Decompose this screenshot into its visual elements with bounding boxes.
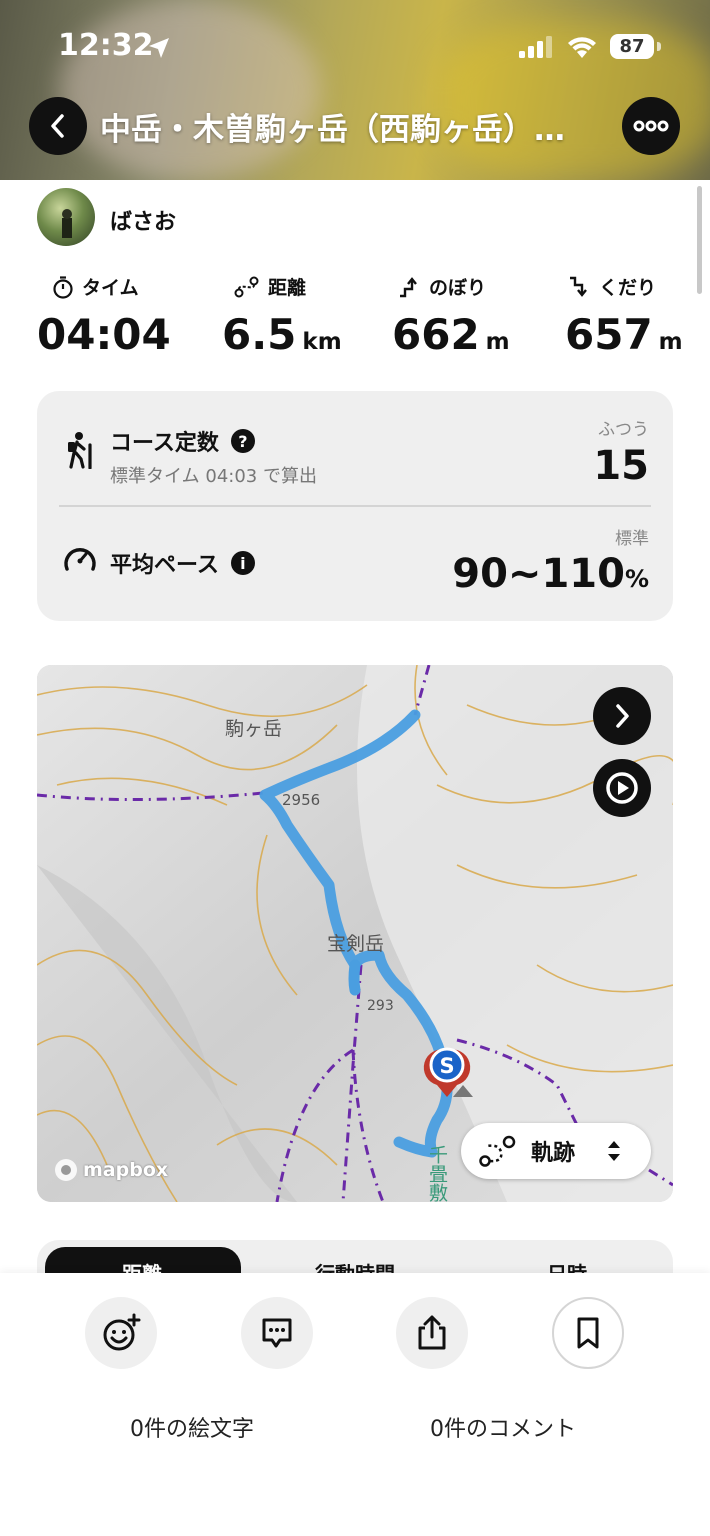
page-title: 中岳・木曽駒ヶ岳（西駒ヶ岳）… [100, 112, 565, 148]
emoji-add-icon [103, 1313, 141, 1351]
stat-distance-label: 距離 [234, 273, 306, 300]
pace-value: 90~110% [452, 551, 649, 597]
descent-arrow-icon [570, 276, 587, 297]
more-dots-icon [633, 120, 669, 132]
pace-level-label: 標準 [615, 529, 649, 549]
route-distance-icon [234, 276, 259, 297]
mapbox-icon [55, 1159, 77, 1181]
course-constant-title: コース定数 ? [110, 425, 255, 457]
map-label-place: 千畳敷 [426, 1145, 448, 1202]
map-next-button[interactable] [593, 687, 651, 745]
avatar[interactable] [37, 188, 95, 246]
bookmark-icon [577, 1317, 599, 1349]
share-icon [418, 1315, 446, 1350]
bookmark-button[interactable] [552, 1297, 624, 1369]
comment-button[interactable] [241, 1297, 313, 1369]
chevron-right-icon [616, 704, 629, 728]
speedometer-icon [64, 548, 96, 571]
status-bar: 12:32 87 [0, 0, 710, 95]
route-map[interactable]: 駒ヶ岳 2956 宝剣岳 293 千畳敷 S mapbox 軌跡 [37, 665, 673, 1202]
add-emoji-button[interactable] [85, 1297, 157, 1369]
course-constant-value: 15 [593, 443, 649, 489]
scrollbar[interactable] [697, 186, 702, 294]
map-label-elevation: 2956 [282, 791, 320, 809]
stat-time-value: 04:04 [37, 310, 171, 359]
mapbox-logo: mapbox [53, 1157, 168, 1183]
more-options-button[interactable] [622, 97, 680, 155]
cellular-signal-icon [519, 36, 552, 58]
comment-bubble-icon [262, 1318, 292, 1348]
course-info-card: コース定数 ? 標準タイム 04:03 で算出 ふつう 15 平均ペース i 標… [37, 391, 673, 621]
map-canvas: 駒ヶ岳 2956 宝剣岳 293 千畳敷 S [37, 665, 673, 1202]
track-mode-label: 軌跡 [531, 1141, 576, 1166]
map-label-peak2: 宝剣岳 [327, 933, 384, 955]
user-name[interactable]: ばさお [110, 204, 176, 236]
stat-ascent-value: 662 m [392, 310, 510, 359]
wifi-icon [568, 37, 596, 58]
map-label-elevation2: 293 [367, 998, 394, 1014]
play-circle-icon [606, 772, 638, 804]
map-label-peak: 駒ヶ岳 [225, 718, 282, 740]
location-arrow-icon [149, 38, 169, 58]
stat-descent-label: くだり [567, 273, 656, 300]
svg-text:S: S [439, 1054, 454, 1078]
ascent-arrow-icon [400, 276, 417, 297]
help-icon[interactable]: ? [230, 429, 255, 453]
status-time: 12:32 [58, 28, 154, 63]
battery-icon: 87 [610, 34, 654, 59]
stat-ascent-label: のぼり [397, 273, 486, 300]
share-button[interactable] [396, 1297, 468, 1369]
track-mode-selector[interactable]: 軌跡 [461, 1123, 651, 1179]
bottom-action-bar: 0件の絵文字 0件のコメント [0, 1273, 710, 1536]
back-button[interactable] [29, 97, 87, 155]
course-difficulty-label: ふつう [598, 420, 649, 440]
stat-distance-value: 6.5 km [222, 310, 342, 359]
info-icon[interactable]: i [230, 551, 255, 575]
map-play-button[interactable] [593, 759, 651, 817]
track-route-icon [479, 1135, 516, 1167]
card-divider [59, 505, 651, 507]
header-photo: 12:32 87 中岳・木曽駒ヶ岳（西駒ヶ岳）… [0, 0, 710, 180]
stat-descent-value: 657 m [565, 310, 683, 359]
stat-time-label: タイム [52, 273, 139, 300]
comment-count[interactable]: 0件のコメント [430, 1411, 576, 1443]
stopwatch-icon [53, 275, 73, 299]
course-standard-time: 標準タイム 04:03 で算出 [110, 466, 317, 487]
emoji-count[interactable]: 0件の絵文字 [130, 1411, 254, 1443]
updown-chevron-icon [608, 1141, 621, 1161]
hiker-icon [68, 432, 92, 469]
average-pace-title: 平均ペース i [110, 547, 255, 579]
chevron-left-icon [51, 114, 64, 138]
